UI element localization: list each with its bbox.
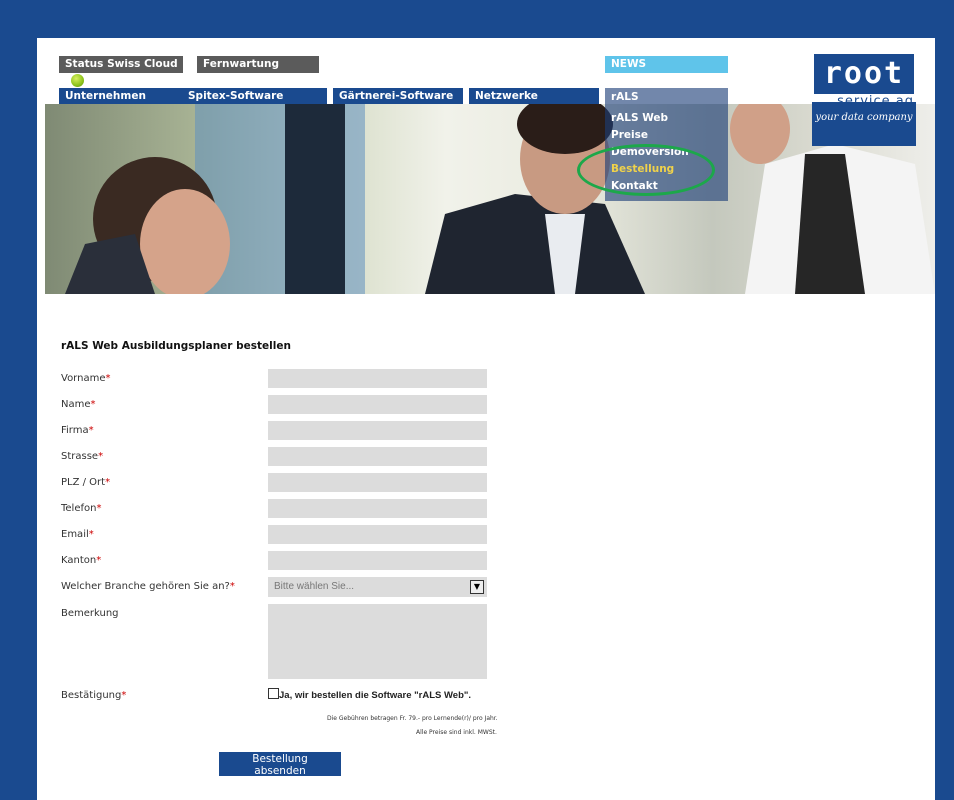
label-telefon: Telefon* (61, 503, 102, 514)
name-input[interactable] (268, 395, 487, 414)
plz-ort-input[interactable] (268, 473, 487, 492)
vorname-input[interactable] (268, 369, 487, 388)
hero-image (45, 104, 935, 294)
label-branche: Welcher Branche gehören Sie an?* (61, 581, 235, 592)
status-swiss-cloud-button[interactable]: Status Swiss Cloud (59, 56, 183, 87)
vat-note: Alle Preise sind inkl. MWSt. (416, 729, 497, 736)
logo-tagline: your data company (815, 112, 913, 123)
kanton-input[interactable] (268, 551, 487, 570)
hero-photo-people (65, 104, 935, 294)
email-input[interactable] (268, 525, 487, 544)
form-title: rALS Web Ausbildungsplaner bestellen (61, 340, 291, 352)
label-plz-ort: PLZ / Ort* (61, 477, 111, 488)
label-firma: Firma* (61, 425, 94, 436)
confirm-checkbox-row[interactable]: Ja, wir bestellen die Software "rALS Web… (268, 688, 471, 701)
bemerkung-textarea[interactable] (268, 604, 487, 679)
news-button[interactable]: NEWS (605, 56, 728, 73)
nav-netzwerke[interactable]: Netzwerke (469, 88, 599, 105)
label-bestaetigung: Bestätigung* (61, 690, 127, 701)
telefon-input[interactable] (268, 499, 487, 518)
menu-item-rals-web[interactable]: rALS Web (611, 112, 668, 124)
label-strasse: Strasse* (61, 451, 104, 462)
branche-select-value: Bitte wählen Sie... (274, 581, 355, 592)
logo-wordmark: root (814, 54, 914, 94)
status-indicator-icon (71, 73, 84, 87)
strasse-input[interactable] (268, 447, 487, 466)
root-logo[interactable]: root service ag your data company (812, 46, 916, 146)
label-bemerkung: Bemerkung (61, 608, 119, 619)
chevron-down-icon[interactable]: ▼ (470, 580, 484, 594)
status-label: Status Swiss Cloud (65, 58, 178, 70)
fernwartung-button[interactable]: Fernwartung (197, 56, 319, 73)
confirm-checkbox[interactable] (268, 688, 279, 699)
submit-order-button[interactable]: Bestellung absenden (219, 752, 341, 777)
branche-select[interactable]: Bitte wählen Sie... ▼ (268, 577, 487, 597)
label-kanton: Kanton* (61, 555, 102, 566)
nav-rals[interactable]: rALS (611, 91, 639, 103)
highlight-ring (577, 144, 715, 196)
label-email: Email* (61, 529, 94, 540)
page: Status Swiss Cloud Fernwartung NEWS Unte… (37, 38, 935, 800)
logo-service-text: service ag (837, 94, 914, 109)
fee-note: Die Gebühren betragen Fr. 79.- pro Lerne… (327, 715, 498, 722)
nav-gaertnerei-software[interactable]: Gärtnerei-Software (333, 88, 463, 105)
confirm-checkbox-label: Ja, wir bestellen die Software "rALS Web… (279, 690, 472, 701)
label-name: Name* (61, 399, 96, 410)
label-vorname: Vorname* (61, 373, 111, 384)
firma-input[interactable] (268, 421, 487, 440)
nav-unternehmen[interactable]: Unternehmen (59, 88, 183, 105)
nav-spitex-software[interactable]: Spitex-Software (182, 88, 327, 105)
menu-item-preise[interactable]: Preise (611, 129, 648, 141)
